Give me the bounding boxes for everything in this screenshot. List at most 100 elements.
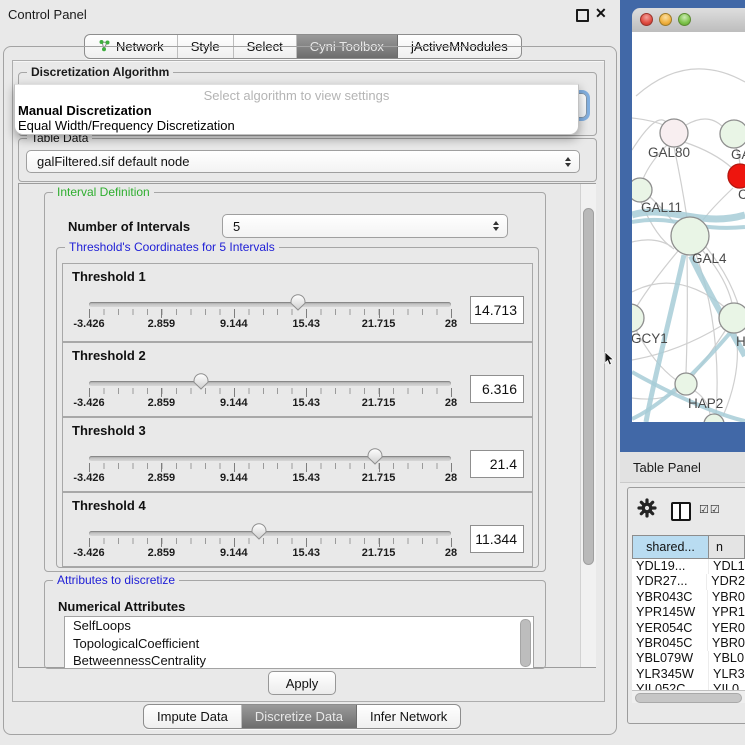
number-of-intervals-combobox[interactable]: 5 — [222, 214, 508, 238]
threshold-value-field[interactable]: 21.4 — [470, 450, 524, 478]
node-label: GAL80 — [648, 145, 690, 160]
network-node-gal4[interactable] — [671, 217, 709, 255]
network-edge[interactable] — [636, 69, 745, 96]
cell-name[interactable]: YBL0 — [709, 651, 744, 666]
checkbox-columns-icon[interactable]: ☑☑ — [699, 503, 721, 516]
network-canvas[interactable]: GAL80GACGAL11GAL4GCY1HHAP2 — [632, 32, 745, 422]
table-row[interactable]: YBL079WYBL0 — [632, 651, 745, 666]
slider-major-tick — [161, 463, 162, 472]
mac-close-icon[interactable] — [640, 13, 653, 26]
threshold-slider-track[interactable] — [89, 381, 451, 386]
threshold-value-field[interactable]: 6.316 — [470, 375, 524, 403]
tab-impute-data[interactable]: Impute Data — [144, 705, 242, 728]
apply-button[interactable]: Apply — [268, 671, 336, 695]
cell-shared-name[interactable]: YBR043C — [632, 590, 708, 605]
threshold-slider-track[interactable] — [89, 531, 451, 536]
panel-title: Control Panel — [8, 7, 87, 22]
cell-shared-name[interactable]: YBR045C — [632, 636, 708, 651]
cell-shared-name[interactable]: YBL079W — [632, 651, 709, 666]
mac-zoom-icon[interactable] — [678, 13, 691, 26]
network-node-gcy1[interactable] — [632, 304, 644, 332]
slider-tick-label: -3.426 — [73, 472, 104, 484]
network-edge[interactable] — [632, 240, 672, 247]
algorithm-option-manual-discretization[interactable]: Manual Discretization — [15, 103, 578, 118]
network-edge[interactable] — [684, 142, 732, 168]
cell-name[interactable]: YPR1 — [708, 605, 745, 620]
table-row[interactable]: YER054CYER0 — [632, 621, 745, 636]
table-row[interactable]: YIL052CYIL0 — [632, 682, 745, 690]
column-header-name[interactable]: n — [709, 535, 745, 559]
column-layout-icon[interactable] — [671, 502, 691, 521]
node-label: GAL11 — [641, 200, 682, 215]
network-edge[interactable] — [632, 118, 666, 126]
network-window-titlebar[interactable] — [632, 8, 745, 33]
settings-gear-icon[interactable] — [637, 498, 657, 518]
network-node-h[interactable] — [719, 303, 745, 333]
table-hscrollbar-thumb[interactable] — [635, 693, 742, 703]
threshold-value-field[interactable]: 14.713 — [470, 296, 524, 324]
table-row[interactable]: YLR345WYLR3 — [632, 667, 745, 682]
slider-major-tick — [89, 538, 90, 547]
attribute-item-betweennesscentrality[interactable]: BetweennessCentrality — [65, 652, 533, 669]
slider-major-tick — [161, 538, 162, 547]
threshold-slider-thumb[interactable] — [251, 523, 267, 540]
cell-shared-name[interactable]: YPR145W — [632, 605, 708, 620]
attribute-item-topologicalcoefficient[interactable]: TopologicalCoefficient — [65, 635, 533, 653]
cell-name[interactable]: YIL0 — [709, 682, 739, 690]
table-hscrollbar-track[interactable] — [632, 690, 745, 703]
algorithm-dropdown-popup: Select algorithm to view settingsManual … — [14, 84, 579, 135]
node-label: GAL4 — [692, 251, 727, 266]
cell-name[interactable]: YLR3 — [709, 667, 745, 682]
table-data-combobox[interactable]: galFiltered.sif default node — [26, 150, 580, 173]
cell-shared-name[interactable]: YER054C — [632, 621, 708, 636]
close-icon[interactable]: ✕ — [595, 5, 607, 22]
attributes-group-label: Attributes to discretize — [53, 573, 179, 587]
cell-name[interactable]: YDL1 — [709, 559, 745, 574]
algorithm-placeholder-option[interactable]: Select algorithm to view settings — [15, 85, 578, 103]
table-row[interactable]: YPR145WYPR1 — [632, 605, 745, 620]
network-node-gal80[interactable] — [660, 119, 688, 147]
cell-name[interactable]: YBR0 — [708, 590, 745, 605]
slider-tick-label: -3.426 — [73, 397, 104, 409]
cell-name[interactable]: YER0 — [708, 621, 745, 636]
table-row[interactable]: YBR045CYBR0 — [632, 636, 745, 651]
table-data-value: galFiltered.sif default node — [37, 154, 189, 169]
cell-shared-name[interactable]: YDL19... — [632, 559, 709, 574]
attribute-item-selfloops[interactable]: SelfLoops — [65, 617, 533, 635]
column-header-shared-name[interactable]: shared... — [632, 535, 709, 559]
threshold-title: Threshold 2 — [72, 348, 146, 363]
algorithm-option-equal-width-frequency-discretization[interactable]: Equal Width/Frequency Discretization — [15, 118, 578, 133]
network-node-gal11[interactable] — [632, 178, 652, 202]
attributes-scrollbar-thumb[interactable] — [520, 619, 531, 667]
table-row[interactable]: YDL19...YDL1 — [632, 559, 745, 574]
tab-infer-network[interactable]: Infer Network — [357, 705, 460, 728]
numerical-attributes-list[interactable]: SelfLoopsTopologicalCoefficientBetweenne… — [64, 616, 534, 669]
table-row[interactable]: YBR043CYBR0 — [632, 590, 745, 605]
cell-shared-name[interactable]: YIL052C — [632, 682, 709, 690]
slider-tick-label: 28 — [445, 547, 457, 559]
network-edge[interactable] — [686, 119, 723, 127]
float-window-icon[interactable] — [576, 9, 589, 22]
threshold-slider-thumb[interactable] — [290, 294, 306, 311]
node-label: C — [738, 187, 745, 202]
mac-minimize-icon[interactable] — [659, 13, 672, 26]
cell-shared-name[interactable]: YDR27... — [632, 574, 707, 589]
tab-discretize-data[interactable]: Discretize Data — [242, 705, 357, 728]
threshold-value-field[interactable]: 11.344 — [470, 525, 524, 553]
table-row[interactable]: YDR27...YDR2 — [632, 574, 745, 589]
cell-name[interactable]: YBR0 — [708, 636, 745, 651]
network-node-hap2[interactable] — [675, 373, 697, 395]
node-table[interactable]: shared... n YDL19...YDL1YDR27...YDR2YBR0… — [632, 535, 745, 690]
threshold-slider-thumb[interactable] — [367, 448, 383, 465]
threshold-slider-track[interactable] — [89, 456, 451, 461]
network-node-ga[interactable] — [720, 120, 745, 148]
settings-scrollbar-thumb[interactable] — [583, 208, 594, 565]
cell-name[interactable]: YDR2 — [707, 574, 745, 589]
threshold-slider-track[interactable] — [89, 302, 451, 307]
slider-major-tick — [379, 538, 380, 547]
network-edge[interactable] — [686, 255, 687, 373]
threshold-slider-thumb[interactable] — [193, 373, 209, 390]
slider-major-tick — [234, 463, 235, 472]
cell-shared-name[interactable]: YLR345W — [632, 667, 709, 682]
network-node-c[interactable] — [728, 164, 745, 188]
